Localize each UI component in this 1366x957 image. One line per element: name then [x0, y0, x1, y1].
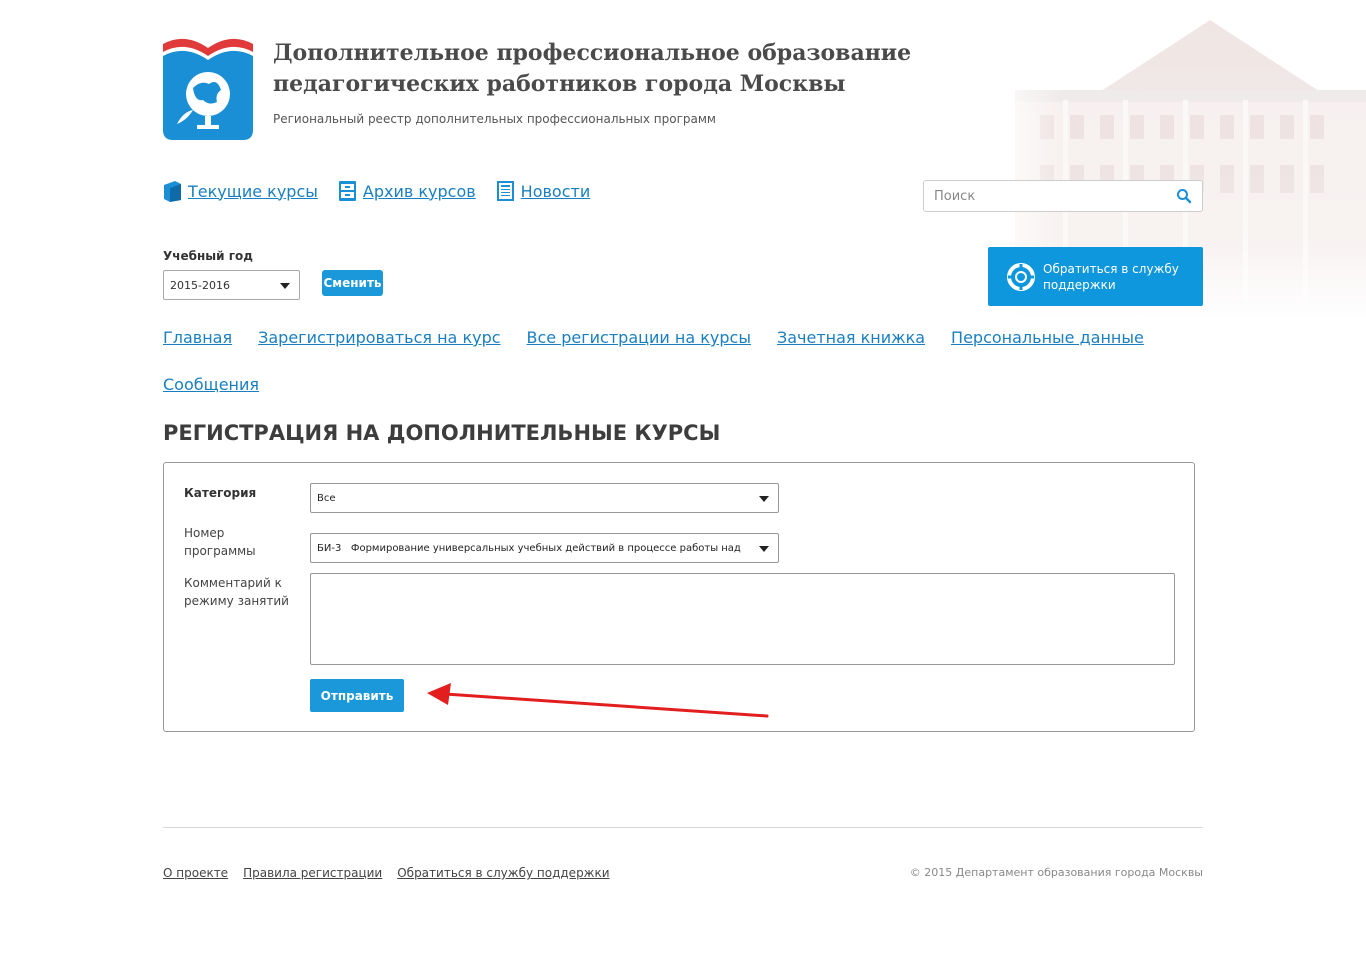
- nav-all-registrations[interactable]: Все регистрации на курсы: [527, 328, 751, 350]
- program-select-value: БИ-3 Формирование универсальных учебных …: [317, 543, 741, 554]
- site-logo[interactable]: [163, 32, 253, 140]
- comment-textarea[interactable]: [310, 573, 1175, 665]
- nav-register-course[interactable]: Зарегистрироваться на курс: [258, 328, 500, 350]
- top-navigation: Текущие курсы Архив курсов Новости: [163, 180, 590, 202]
- site-title: Дополнительное профессиональное образова…: [273, 40, 912, 97]
- year-select[interactable]: 2015-2016: [163, 270, 300, 300]
- topnav-archive-link[interactable]: Архив курсов: [363, 182, 476, 201]
- support-button-label: Обратиться в службу поддержки: [1043, 261, 1179, 292]
- search-box: [923, 180, 1203, 212]
- footer-links: О проекте Правила регистрации Обратиться…: [163, 866, 610, 880]
- program-select[interactable]: БИ-3 Формирование универсальных учебных …: [310, 533, 779, 563]
- lifebuoy-icon: [1007, 262, 1035, 291]
- search-input[interactable]: [924, 181, 1164, 211]
- copyright-text: © 2015 Департамент образования города Мо…: [909, 866, 1203, 879]
- year-select-value: 2015-2016: [170, 279, 230, 292]
- book-icon: [164, 181, 181, 202]
- page-title: РЕГИСТРАЦИЯ НА ДОПОЛНИТЕЛЬНЫЕ КУРСЫ: [163, 421, 721, 445]
- search-icon[interactable]: [1176, 188, 1192, 204]
- footer-support-link[interactable]: Обратиться в службу поддержки: [397, 866, 609, 880]
- footer-rules-link[interactable]: Правила регистрации: [243, 866, 382, 880]
- topnav-current-courses-link[interactable]: Текущие курсы: [188, 182, 318, 201]
- category-label: Категория: [184, 486, 257, 500]
- footer-about-link[interactable]: О проекте: [163, 866, 228, 880]
- submit-button[interactable]: Отправить: [310, 679, 404, 712]
- category-select-value: Все: [317, 493, 336, 504]
- chevron-down-icon: [280, 283, 290, 289]
- nav-messages[interactable]: Сообщения: [163, 375, 259, 397]
- topnav-archive[interactable]: Архив курсов: [338, 180, 476, 202]
- category-select[interactable]: Все: [310, 483, 779, 513]
- registration-form: Категория Все Номер программы БИ-3 Форми…: [163, 462, 1195, 732]
- footer-divider: [163, 827, 1203, 828]
- chevron-down-icon: [759, 546, 769, 552]
- nav-personal-data[interactable]: Персональные данные: [951, 328, 1144, 350]
- nav-record-book[interactable]: Зачетная книжка: [777, 328, 925, 350]
- change-year-button[interactable]: Сменить: [322, 270, 383, 296]
- chevron-down-icon: [759, 496, 769, 502]
- comment-label: Комментарий к режиму занятий: [184, 576, 289, 608]
- nav-home[interactable]: Главная: [163, 328, 232, 350]
- topnav-news-link[interactable]: Новости: [521, 182, 591, 201]
- year-label: Учебный год: [163, 249, 253, 263]
- newspaper-icon: [496, 181, 514, 201]
- support-button[interactable]: Обратиться в службу поддержки: [988, 247, 1203, 306]
- program-label: Номер программы: [184, 526, 256, 558]
- archive-icon: [338, 181, 356, 201]
- site-subtitle: Региональный реестр дополнительных профе…: [273, 112, 716, 126]
- topnav-current-courses[interactable]: Текущие курсы: [163, 180, 318, 202]
- topnav-news[interactable]: Новости: [496, 180, 591, 202]
- main-navigation: Главная Зарегистрироваться на курс Все р…: [163, 328, 1203, 422]
